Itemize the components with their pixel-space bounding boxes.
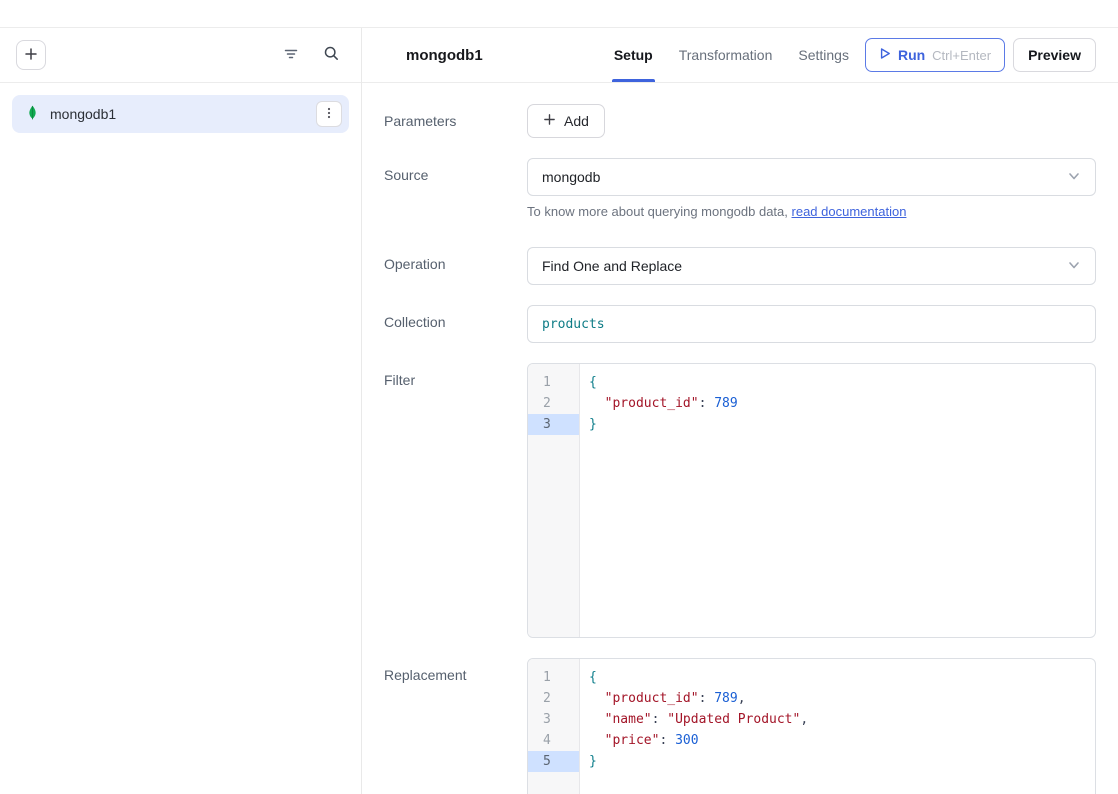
replacement-label: Replacement	[384, 658, 527, 794]
filter-row: Filter 123 { "product_id": 789}	[384, 363, 1096, 638]
app-body: mongodb1 mongodb1 Setup Transformation S…	[0, 28, 1118, 794]
collection-input-value: products	[542, 317, 605, 332]
replacement-row: Replacement 12345 { "product_id": 789, "…	[384, 658, 1096, 794]
tab-transformation[interactable]: Transformation	[679, 28, 773, 82]
play-icon	[879, 47, 891, 63]
filter-label: Filter	[384, 363, 527, 638]
add-parameter-label: Add	[564, 113, 589, 129]
editor-gutter: 123	[528, 364, 580, 637]
query-item-label: mongodb1	[50, 106, 316, 122]
sidebar-header	[0, 28, 361, 83]
chevron-down-icon	[1067, 258, 1081, 275]
editor-gutter: 12345	[528, 659, 580, 794]
editor-tabs: Setup Transformation Settings	[614, 28, 849, 82]
source-helper-prefix: To know more about querying mongodb data…	[527, 204, 792, 219]
query-list: mongodb1	[0, 83, 361, 145]
app-top-bar	[0, 0, 1118, 28]
add-query-button[interactable]	[16, 40, 46, 70]
query-sidebar: mongodb1	[0, 28, 362, 794]
parameters-label: Parameters	[384, 104, 527, 138]
filter-icon	[283, 46, 299, 65]
run-button[interactable]: Run Ctrl+Enter	[865, 38, 1005, 72]
filter-queries-button[interactable]	[277, 41, 305, 69]
query-setup-form: Parameters Add Source mongodb	[362, 83, 1118, 794]
chevron-down-icon	[1067, 169, 1081, 186]
collection-input[interactable]: products	[527, 305, 1096, 343]
source-select-value: mongodb	[542, 169, 600, 185]
source-select[interactable]: mongodb	[527, 158, 1096, 196]
search-queries-button[interactable]	[317, 41, 345, 69]
tab-settings[interactable]: Settings	[798, 28, 849, 82]
editor-code[interactable]: { "product_id": 789, "name": "Updated Pr…	[580, 659, 1095, 794]
source-helper-text: To know more about querying mongodb data…	[527, 204, 1096, 219]
plus-icon	[24, 47, 38, 64]
operation-select-value: Find One and Replace	[542, 258, 682, 274]
source-row: Source mongodb To know more about queryi…	[384, 158, 1096, 219]
run-button-shortcut: Ctrl+Enter	[932, 48, 991, 63]
filter-code-editor[interactable]: 123 { "product_id": 789}	[527, 363, 1096, 638]
run-button-label: Run	[898, 47, 925, 63]
replacement-code-editor[interactable]: 12345 { "product_id": 789, "name": "Upda…	[527, 658, 1096, 794]
source-label: Source	[384, 158, 527, 219]
query-editor-panel: mongodb1 Setup Transformation Settings R…	[362, 28, 1118, 794]
add-parameter-button[interactable]: Add	[527, 104, 605, 138]
query-editor-header: mongodb1 Setup Transformation Settings R…	[362, 28, 1118, 83]
kebab-menu-icon	[323, 107, 335, 122]
operation-label: Operation	[384, 247, 527, 285]
header-actions: Run Ctrl+Enter Preview	[865, 28, 1096, 82]
read-documentation-link[interactable]: read documentation	[792, 204, 907, 219]
search-icon	[323, 45, 340, 65]
query-title: mongodb1	[406, 47, 483, 64]
collection-row: Collection products	[384, 305, 1096, 343]
collection-label: Collection	[384, 305, 527, 343]
query-list-item-mongodb1[interactable]: mongodb1	[12, 95, 349, 133]
parameters-row: Parameters Add	[384, 104, 1096, 138]
operation-row: Operation Find One and Replace	[384, 247, 1096, 285]
mongodb-leaf-icon	[25, 105, 40, 123]
plus-icon	[543, 113, 556, 129]
editor-code[interactable]: { "product_id": 789}	[580, 364, 1095, 637]
query-item-menu-button[interactable]	[316, 101, 342, 127]
preview-button[interactable]: Preview	[1013, 38, 1096, 72]
operation-select[interactable]: Find One and Replace	[527, 247, 1096, 285]
tab-setup[interactable]: Setup	[614, 28, 653, 82]
